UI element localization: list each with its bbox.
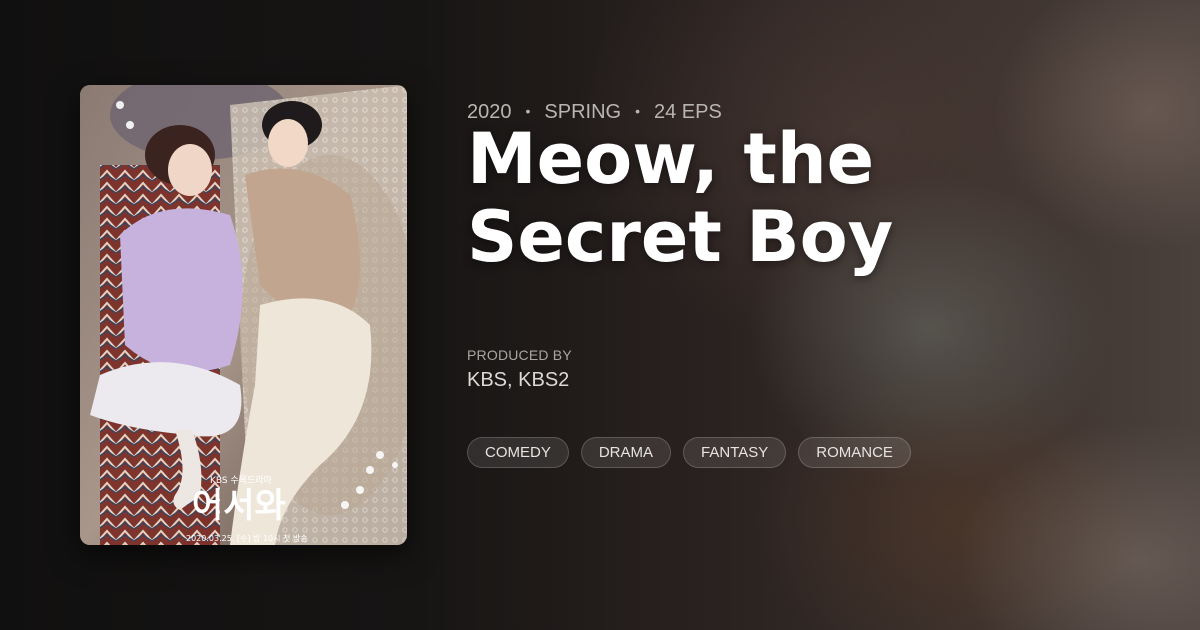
genre-list: COMEDY DRAMA FANTASY ROMANCE	[467, 437, 911, 468]
poster-date-text: 2020.03.25. [수] 밤 10시 첫 방송	[186, 533, 308, 543]
show-title: Meow, the Secret Boy	[467, 118, 894, 278]
separator-dot: •	[525, 103, 531, 119]
separator-dot: •	[635, 103, 640, 119]
genre-chip-romance: ROMANCE	[798, 437, 911, 468]
genre-chip-comedy: COMEDY	[467, 437, 569, 468]
poster-network-text: KBS 수목드라마	[210, 475, 273, 486]
genre-chip-drama: DRAMA	[580, 437, 672, 468]
producer-label: PRODUCED BY	[467, 347, 572, 363]
poster-image: KBS 수목드라마 어서와 2020.03.25. [수] 밤 10시 첫 방송	[80, 85, 407, 545]
producer-value: KBS, KBS2	[467, 369, 570, 391]
genre-chip-fantasy: FANTASY	[683, 437, 787, 468]
poster-logo-text: 어서와	[192, 486, 286, 526]
